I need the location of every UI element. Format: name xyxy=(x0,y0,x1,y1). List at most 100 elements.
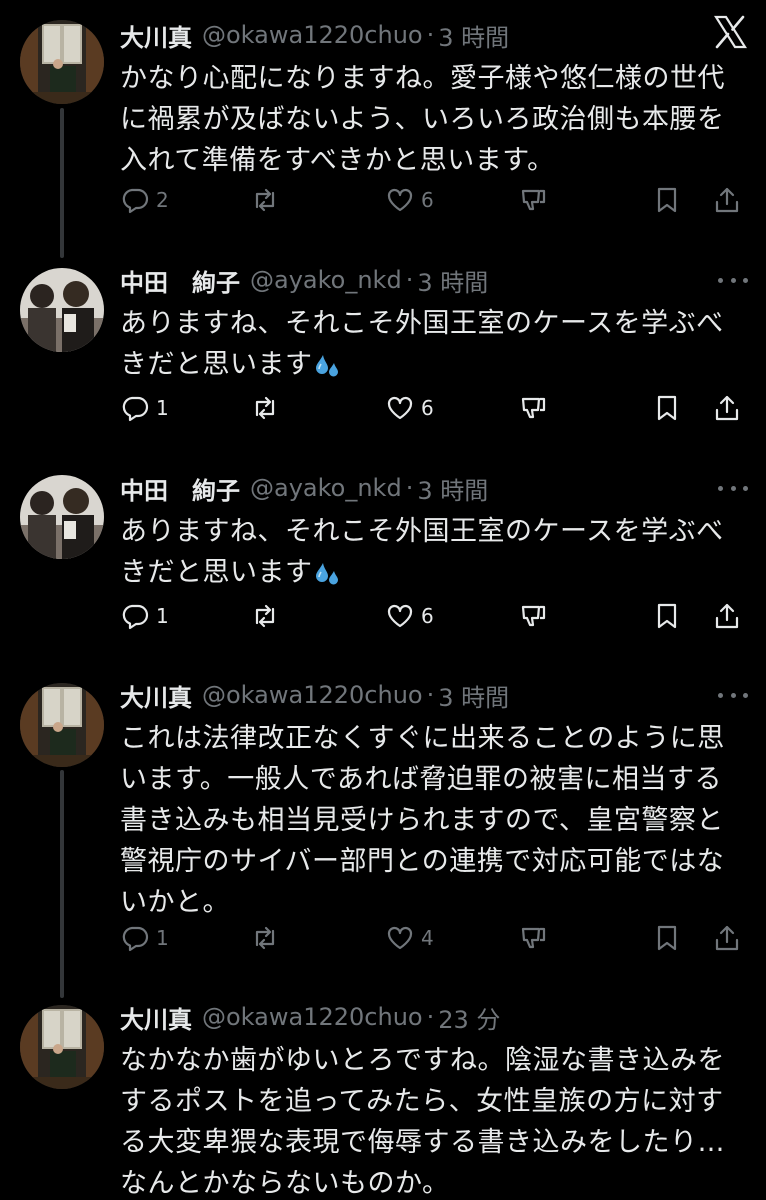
downvote-button[interactable] xyxy=(518,923,548,953)
sweat-droplets-icon xyxy=(315,354,338,376)
retweet-icon xyxy=(255,396,275,420)
bookmark-button[interactable] xyxy=(652,601,682,631)
author-name[interactable]: 大川真 xyxy=(120,18,192,53)
text-line: 警視庁のサイバー部門との連携で対応可能ではな xyxy=(120,846,725,877)
avatar[interactable] xyxy=(20,475,104,559)
avatar[interactable] xyxy=(20,268,104,352)
text-line: するポストを追ってみたら、女性皇族の方に対す xyxy=(120,1086,724,1117)
bookmark-button[interactable] xyxy=(652,393,682,423)
like-button[interactable]: 6 xyxy=(385,601,434,631)
timestamp[interactable]: 3 時間 xyxy=(417,263,488,298)
separator: · xyxy=(405,474,414,502)
share-icon xyxy=(715,925,739,951)
heart-icon xyxy=(387,396,413,420)
author-name[interactable]: 大川真 xyxy=(120,1000,192,1035)
retweet-button[interactable] xyxy=(250,923,280,953)
author-handle[interactable]: @ayako_nkd xyxy=(250,474,402,502)
reply-button[interactable]: 1 xyxy=(120,923,169,953)
share-button[interactable] xyxy=(712,185,742,215)
reply-icon xyxy=(122,604,149,630)
tweet-text: ありますね、それこそ外国王室のケースを学ぶべ きだと思います xyxy=(120,303,748,385)
text-line: 入れて準備をすべきかと思います。 xyxy=(120,145,555,176)
like-count: 6 xyxy=(421,188,434,212)
heart-icon xyxy=(387,604,413,628)
thread-line xyxy=(60,770,64,998)
downvote-icon xyxy=(521,927,546,949)
text-line: る大変卑猥な表現で侮辱する書き込みをしたり… xyxy=(120,1127,725,1158)
bookmark-icon xyxy=(657,925,677,951)
tweet-text: かなり心配になりますね。愛子様や悠仁様の世代 に禍累が及ばないよう、いろいろ政治… xyxy=(120,58,748,181)
share-button[interactable] xyxy=(712,393,742,423)
timestamp[interactable]: 3 時間 xyxy=(438,18,509,53)
reply-icon xyxy=(122,188,149,214)
text-line: なんとかならないものか。 xyxy=(120,1168,450,1199)
like-count: 4 xyxy=(421,926,434,950)
sweat-droplets-icon xyxy=(315,562,338,584)
action-bar: 1 6 xyxy=(120,596,748,636)
avatar[interactable] xyxy=(20,20,104,104)
text-line: なかなか歯がゆいとろですね。陰湿な書き込みを xyxy=(120,1045,725,1076)
share-icon xyxy=(715,395,739,421)
heart-icon xyxy=(387,188,413,212)
bookmark-button[interactable] xyxy=(652,923,682,953)
author-handle[interactable]: @okawa1220chuo xyxy=(202,21,423,49)
more-dots-icon[interactable] xyxy=(718,685,748,705)
author-handle[interactable]: @okawa1220chuo xyxy=(202,681,423,709)
author-name[interactable]: 大川真 xyxy=(120,678,192,713)
timestamp[interactable]: 23 分 xyxy=(438,1000,500,1035)
action-bar: 1 4 xyxy=(120,918,748,958)
tweet-text: これは法律改正なくすぐに出来ることのように思 います。一般人であれば脅迫罪の被害… xyxy=(120,718,748,923)
text-line: に禍累が及ばないよう、いろいろ政治側も本腰を xyxy=(120,104,725,135)
separator: · xyxy=(405,266,414,294)
share-button[interactable] xyxy=(712,601,742,631)
action-bar: 2 6 xyxy=(120,180,748,220)
share-button[interactable] xyxy=(712,923,742,953)
reply-button[interactable]: 2 xyxy=(120,185,169,215)
text-line: いかと。 xyxy=(120,887,230,918)
like-count: 6 xyxy=(421,604,434,628)
retweet-icon xyxy=(255,188,275,212)
separator: · xyxy=(426,681,435,709)
author-name[interactable]: 中田 絢子 xyxy=(120,263,240,298)
heart-icon xyxy=(387,926,413,950)
text-line: います。一般人であれば脅迫罪の被害に相当する xyxy=(120,764,723,795)
reply-button[interactable]: 1 xyxy=(120,393,169,423)
downvote-button[interactable] xyxy=(518,601,548,631)
reply-count: 1 xyxy=(156,926,169,950)
bookmark-button[interactable] xyxy=(652,185,682,215)
avatar[interactable] xyxy=(20,683,104,767)
retweet-button[interactable] xyxy=(250,601,280,631)
action-bar: 1 6 xyxy=(120,388,748,428)
text-line: きだと思います xyxy=(120,349,313,380)
retweet-button[interactable] xyxy=(250,393,280,423)
timestamp[interactable]: 3 時間 xyxy=(438,678,509,713)
downvote-icon xyxy=(521,397,546,419)
author-name[interactable]: 中田 絢子 xyxy=(120,471,240,506)
share-icon xyxy=(715,187,739,213)
like-button[interactable]: 6 xyxy=(385,393,434,423)
timestamp[interactable]: 3 時間 xyxy=(417,471,488,506)
reply-button[interactable]: 1 xyxy=(120,601,169,631)
retweet-button[interactable] xyxy=(250,185,280,215)
downvote-button[interactable] xyxy=(518,393,548,423)
author-handle[interactable]: @ayako_nkd xyxy=(250,266,402,294)
text-line: ありますね、それこそ外国王室のケースを学ぶべ xyxy=(120,516,724,547)
author-handle[interactable]: @okawa1220chuo xyxy=(202,1003,423,1031)
more-dots-icon[interactable] xyxy=(718,478,748,498)
text-line: かなり心配になりますね。愛子様や悠仁様の世代 xyxy=(120,63,725,94)
more-dots-icon[interactable] xyxy=(718,270,748,290)
bookmark-icon xyxy=(657,603,677,629)
bookmark-icon xyxy=(657,395,677,421)
retweet-icon xyxy=(255,926,275,950)
text-line: きだと思います xyxy=(120,557,313,588)
bookmark-icon xyxy=(657,187,677,213)
text-line: ありますね、それこそ外国王室のケースを学ぶべ xyxy=(120,308,724,339)
avatar[interactable] xyxy=(20,1005,104,1089)
text-line: これは法律改正なくすぐに出来ることのように思 xyxy=(120,723,725,754)
share-icon xyxy=(715,603,739,629)
like-button[interactable]: 6 xyxy=(385,185,434,215)
like-button[interactable]: 4 xyxy=(385,923,434,953)
reply-icon xyxy=(122,926,149,952)
tweet-text: なかなか歯がゆいとろですね。陰湿な書き込みを するポストを追ってみたら、女性皇族… xyxy=(120,1040,748,1200)
downvote-button[interactable] xyxy=(518,185,548,215)
